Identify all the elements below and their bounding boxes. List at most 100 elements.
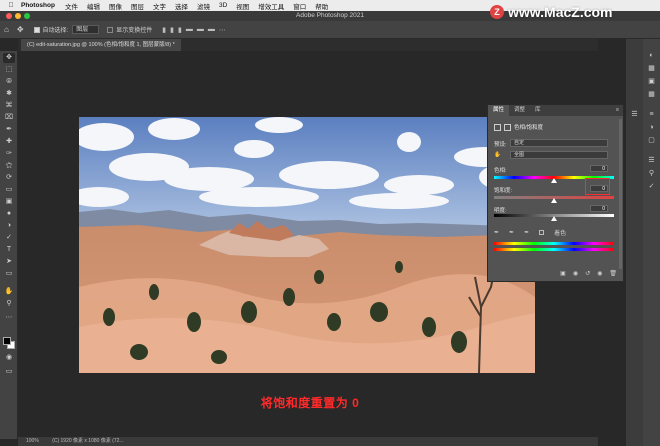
app-menu[interactable]: Photoshop	[21, 2, 55, 9]
more-tools-icon[interactable]: ⋯	[3, 313, 15, 323]
hue-thumb[interactable]	[551, 178, 557, 183]
adjust-icon[interactable]: ≡	[646, 110, 657, 120]
menu-select[interactable]: 选择	[175, 1, 188, 11]
foreground-color-swatch[interactable]	[3, 337, 11, 345]
eyedropper-add-icon[interactable]: ✒	[509, 229, 514, 236]
color-icon[interactable]: ◐	[646, 51, 657, 61]
menu-layer[interactable]: 图层	[131, 1, 144, 11]
blur-tool-icon[interactable]: ●	[3, 209, 15, 219]
eyedropper-subtract-icon[interactable]: ✒	[524, 229, 529, 236]
move-tool-icon[interactable]: ✥	[17, 25, 24, 34]
clip-to-layer-icon[interactable]: ▣	[560, 270, 566, 277]
align-center-icon[interactable]: ▮	[170, 26, 174, 34]
photoshop-window:  Photoshop 文件 编辑 图像 图层 文字 选择 滤镜 3D 视图 增…	[0, 0, 660, 446]
properties-panel: 属性 调整 库 ≡ 色相/饱和度 预设: 自定 ✋ 全图 色相: 0 饱和度: …	[487, 104, 624, 282]
panel-icon-column: ☰	[626, 39, 643, 446]
eyedropper-icon[interactable]: ✒	[494, 229, 499, 236]
layers-icon[interactable]: ☰	[646, 156, 657, 166]
menu-window[interactable]: 窗口	[293, 1, 306, 11]
adjustments-icon[interactable]: ◑	[646, 123, 657, 133]
crop-tool-icon[interactable]: ⌘	[3, 101, 15, 111]
panel-menu-icon[interactable]: ≡	[616, 105, 623, 116]
reset-icon[interactable]: ↺	[585, 270, 590, 277]
healing-brush-tool-icon[interactable]: ✚	[3, 137, 15, 147]
panel-header: 色相/饱和度	[494, 123, 543, 131]
menu-file[interactable]: 文件	[65, 1, 78, 11]
show-transform-label: 显示变换控件	[116, 28, 153, 34]
auto-select-dropdown[interactable]: 图层	[72, 25, 100, 34]
pen-tool-icon[interactable]: ✓	[3, 233, 15, 243]
watermark-logo-icon: Z	[490, 5, 504, 19]
lasso-tool-icon[interactable]: ⦾	[3, 77, 15, 87]
eraser-tool-icon[interactable]: ▭	[3, 185, 15, 195]
shape-tool-icon[interactable]: ▭	[3, 269, 15, 279]
properties-icon[interactable]: ☰	[629, 110, 640, 120]
delete-icon[interactable]: 🗑	[609, 270, 617, 277]
tab-properties[interactable]: 属性	[488, 105, 510, 116]
home-icon[interactable]: ⌂	[4, 25, 9, 34]
panel-footer: ▣ ◉ ↺ ◉ 🗑	[560, 270, 617, 277]
apple-icon[interactable]: 	[7, 2, 15, 10]
panel-icon-column-2: ◐ ▦ ▣ ▦ ≡ ◑ ▢ ☰ ⚲ ✓	[643, 39, 660, 446]
move-tool-icon[interactable]: ✥	[3, 53, 15, 63]
preset-dropdown[interactable]: 自定	[510, 139, 608, 147]
colorize-checkbox[interactable]	[539, 230, 545, 235]
document-info[interactable]: (C) 1920 像素 x 1080 像素 (72...	[52, 438, 123, 444]
visibility-icon[interactable]: ◉	[597, 270, 602, 277]
menu-3d[interactable]: 3D	[219, 2, 227, 9]
history-brush-tool-icon[interactable]: ⟳	[3, 173, 15, 183]
hand-adjust-icon[interactable]: ✋	[494, 152, 501, 158]
mask-icon[interactable]	[504, 123, 511, 131]
align-top-icon[interactable]: ▬	[186, 26, 193, 34]
canvas-image[interactable]	[79, 117, 535, 373]
panel-scrollbar[interactable]	[619, 119, 622, 269]
align-left-icon[interactable]: ▮	[162, 26, 166, 34]
patterns-icon[interactable]: ▦	[646, 90, 657, 100]
watermark-text: www.MacZ.com	[508, 4, 613, 20]
options-bar: ⌂ ✥ 自动选择: 图层 显示变换控件 ▮ ▮ ▮ ▬ ▬ ▬ ⋯	[0, 21, 660, 39]
menu-view[interactable]: 视图	[236, 1, 249, 11]
paths-icon[interactable]: ✓	[646, 182, 657, 192]
view-previous-icon[interactable]: ◉	[573, 270, 578, 277]
dodge-tool-icon[interactable]: ◑	[3, 221, 15, 231]
marquee-tool-icon[interactable]: ⬚	[3, 65, 15, 75]
menu-type[interactable]: 文字	[153, 1, 166, 11]
gradient-tool-icon[interactable]: ▣	[3, 197, 15, 207]
channel-dropdown[interactable]: 全图	[510, 151, 608, 159]
zoom-tool-icon[interactable]: ⚲	[3, 299, 15, 309]
menu-filter[interactable]: 滤镜	[197, 1, 210, 11]
auto-select-checkbox[interactable]	[33, 26, 40, 33]
menu-image[interactable]: 图像	[109, 1, 122, 11]
swatches-icon[interactable]: ▦	[646, 64, 657, 74]
tab-libraries[interactable]: 库	[530, 105, 546, 116]
quick-mask-icon[interactable]: ◉	[3, 353, 15, 363]
channels-icon[interactable]: ⚲	[646, 169, 657, 179]
frame-tool-icon[interactable]: ⌧	[3, 113, 15, 123]
more-options-icon[interactable]: ⋯	[219, 26, 226, 34]
path-select-tool-icon[interactable]: ➤	[3, 257, 15, 267]
align-middle-icon[interactable]: ▬	[197, 26, 204, 34]
menu-plugins[interactable]: 增效工具	[258, 1, 284, 11]
saturation-highlight-box	[585, 178, 610, 195]
quick-select-tool-icon[interactable]: ✱	[3, 89, 15, 99]
show-transform-checkbox[interactable]	[107, 26, 114, 33]
tab-adjustments[interactable]: 调整	[509, 105, 530, 116]
type-tool-icon[interactable]: T	[3, 245, 15, 255]
document-tab[interactable]: (C) edit-saturation.jpg @ 100% (色相/饱和度 1…	[21, 39, 181, 51]
menu-help[interactable]: 帮助	[315, 1, 328, 11]
eyedropper-tool-icon[interactable]: ✒	[3, 125, 15, 135]
clone-stamp-tool-icon[interactable]: ⚝	[3, 161, 15, 171]
saturation-thumb[interactable]	[551, 198, 557, 203]
libraries-icon[interactable]: ▢	[646, 136, 657, 146]
lightness-field[interactable]: 0	[590, 205, 608, 212]
align-bottom-icon[interactable]: ▬	[208, 26, 215, 34]
hand-tool-icon[interactable]: ✋	[3, 287, 15, 297]
hue-field[interactable]: 0	[590, 165, 608, 172]
screen-mode-icon[interactable]: ▭	[3, 367, 15, 377]
lightness-thumb[interactable]	[551, 216, 557, 221]
align-right-icon[interactable]: ▮	[178, 26, 182, 34]
menu-edit[interactable]: 编辑	[87, 1, 100, 11]
gradients-icon[interactable]: ▣	[646, 77, 657, 87]
zoom-level[interactable]: 100%	[26, 438, 39, 444]
brush-tool-icon[interactable]: ✑	[3, 149, 15, 159]
